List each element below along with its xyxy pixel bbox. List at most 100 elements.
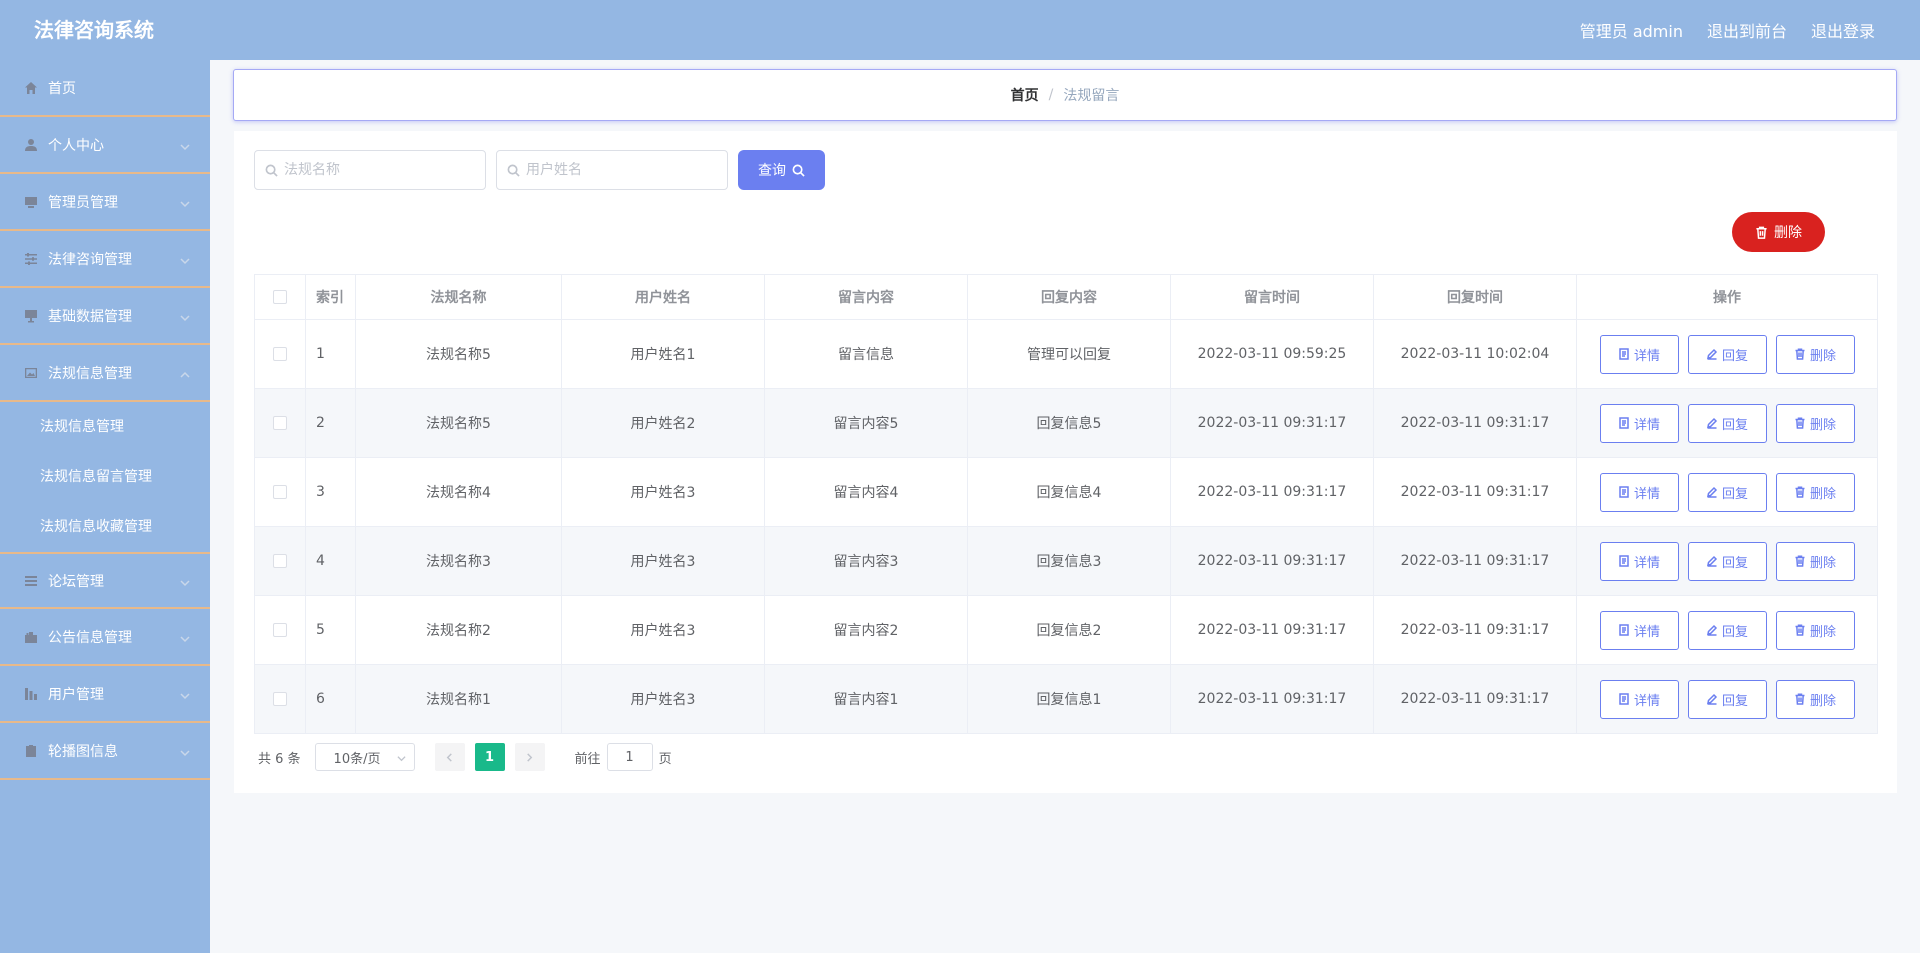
detail-button[interactable]: 详情 [1599,541,1679,581]
edit-icon [1707,486,1718,498]
row-select-cell [254,457,306,527]
submenu-item-law-info[interactable]: 法规信息管理 [0,402,210,452]
delete-button[interactable]: 删除 [1775,334,1855,374]
reply-button-label: 回复 [1721,486,1748,502]
reply-button[interactable]: 回复 [1687,610,1767,650]
breadcrumb-current: 法规留言 [1063,88,1120,104]
cell-index: 4 [305,526,356,596]
chevron-left-icon [446,752,452,762]
prev-page-button[interactable] [434,743,465,771]
chevron-down-icon [396,756,406,762]
admin-label: 管理员 admin [1579,22,1683,41]
table-row[interactable]: 2 法规名称5 用户姓名2 留言内容5 回复信息5 2022-03-11 09:31:17… [254,388,1878,458]
table-row[interactable]: 6 法规名称1 用户姓名3 留言内容1 回复信息1 2022-03-11 09:31:17… [254,664,1878,734]
reply-button[interactable]: 回复 [1687,472,1767,512]
reply-button[interactable]: 回复 [1687,679,1767,719]
sidebar-item-forum-management[interactable]: 论坛管理 [0,552,210,609]
law-name-search-field[interactable] [254,150,486,190]
sidebar-item-home[interactable]: 首页 [0,60,210,117]
document-icon [1619,486,1629,498]
row-select-cell [254,319,306,389]
column-header-message-time: 留言时间 [1170,274,1374,320]
next-page-button[interactable] [514,743,545,771]
reply-button[interactable]: 回复 [1687,541,1767,581]
detail-button-label: 详情 [1633,417,1660,433]
cell-message: 留言内容5 [764,388,968,458]
trash-icon [1795,693,1805,705]
table-row[interactable]: 5 法规名称2 用户姓名3 留言内容2 回复信息2 2022-03-11 09:31:17… [254,595,1878,665]
sidebar-item-notice-management[interactable]: 公告信息管理 [0,609,210,666]
sidebar-item-admin-management[interactable]: 管理员管理 [0,174,210,231]
breadcrumb-home[interactable]: 首页 [1011,85,1039,105]
delete-button-label: 删除 [1809,693,1836,709]
cell-message: 留言内容2 [764,595,968,665]
delete-button[interactable]: 删除 [1775,541,1855,581]
sidebar-item-law-info-management[interactable]: 法规信息管理 [0,345,210,402]
cell-law-name: 法规名称1 [355,664,562,734]
trash-icon [1795,555,1805,567]
detail-button[interactable]: 详情 [1599,679,1679,719]
row-checkbox[interactable] [273,416,287,430]
cell-reply-time: 2022-03-11 09:31:17 [1373,388,1577,458]
detail-button[interactable]: 详情 [1599,610,1679,650]
reply-button-label: 回复 [1721,555,1748,571]
sidebar-item-personal-center[interactable]: 个人中心 [0,117,210,174]
sidebar-item-basic-data-management[interactable]: 基础数据管理 [0,288,210,345]
delete-button[interactable]: 删除 [1775,610,1855,650]
goto-page-input[interactable] [606,743,653,771]
cell-operations: 详情 回复 删除 [1576,595,1878,665]
submenu-item-law-messages[interactable]: 法规信息留言管理 [0,452,210,502]
cell-reply-time: 2022-03-11 09:31:17 [1373,526,1577,596]
sidebar-item-user-management[interactable]: 用户管理 [0,666,210,723]
cell-message-time: 2022-03-11 09:31:17 [1170,526,1374,596]
delete-button[interactable]: 删除 [1775,403,1855,443]
row-checkbox[interactable] [273,485,287,499]
user-name-search-field[interactable] [496,150,728,190]
law-name-input[interactable] [284,162,464,178]
reply-button[interactable]: 回复 [1687,403,1767,443]
cell-operations: 详情 回复 删除 [1576,526,1878,596]
column-header-reply-time: 回复时间 [1373,274,1577,320]
query-button[interactable]: 查询 [738,150,825,190]
detail-button[interactable]: 详情 [1599,334,1679,374]
sidebar-item-consultation-management[interactable]: 法律咨询管理 [0,231,210,288]
exit-to-front-link[interactable]: 退出到前台 [1707,18,1787,42]
cell-law-name: 法规名称5 [355,319,562,389]
row-checkbox[interactable] [273,554,287,568]
edit-icon [1707,348,1718,360]
reply-button-label: 回复 [1721,417,1748,433]
detail-button[interactable]: 详情 [1599,472,1679,512]
page-size-select[interactable]: 10条/页 [314,743,415,771]
row-select-cell [254,526,306,596]
user-icon [24,138,38,152]
edit-icon [1707,417,1718,429]
user-name-input[interactable] [526,162,706,178]
row-checkbox[interactable] [273,692,287,706]
table-row[interactable]: 3 法规名称4 用户姓名3 留言内容4 回复信息4 2022-03-11 09:31:17… [254,457,1878,527]
reply-button[interactable]: 回复 [1687,334,1767,374]
detail-button[interactable]: 详情 [1599,403,1679,443]
sidebar-item-carousel-info[interactable]: 轮播图信息 [0,723,210,780]
batch-delete-button[interactable]: 删除 [1732,212,1825,252]
reply-button-label: 回复 [1721,693,1748,709]
cell-message-time: 2022-03-11 09:31:17 [1170,595,1374,665]
delete-button[interactable]: 删除 [1775,679,1855,719]
row-checkbox[interactable] [273,623,287,637]
document-icon [1619,555,1629,567]
select-all-checkbox[interactable] [273,290,287,304]
submenu-item-law-favorites[interactable]: 法规信息收藏管理 [0,502,210,552]
chevron-down-icon [180,689,190,699]
cell-user-name: 用户姓名3 [561,457,765,527]
logout-link[interactable]: 退出登录 [1811,18,1875,42]
delete-button[interactable]: 删除 [1775,472,1855,512]
edit-icon [1707,624,1718,636]
top-header: 法律咨询系统 管理员 admin 退出到前台 退出登录 [0,0,1920,60]
detail-button-label: 详情 [1633,348,1660,364]
chevron-down-icon [180,254,190,264]
goto-suffix: 页 [658,751,672,767]
row-checkbox[interactable] [273,347,287,361]
table-row[interactable]: 1 法规名称5 用户姓名1 留言信息 管理可以回复 2022-03-11 09:59:25… [254,319,1878,389]
page-number-current[interactable]: 1 [474,743,505,771]
table-row[interactable]: 4 法规名称3 用户姓名3 留言内容3 回复信息3 2022-03-11 09:31:17… [254,526,1878,596]
row-select-cell [254,595,306,665]
